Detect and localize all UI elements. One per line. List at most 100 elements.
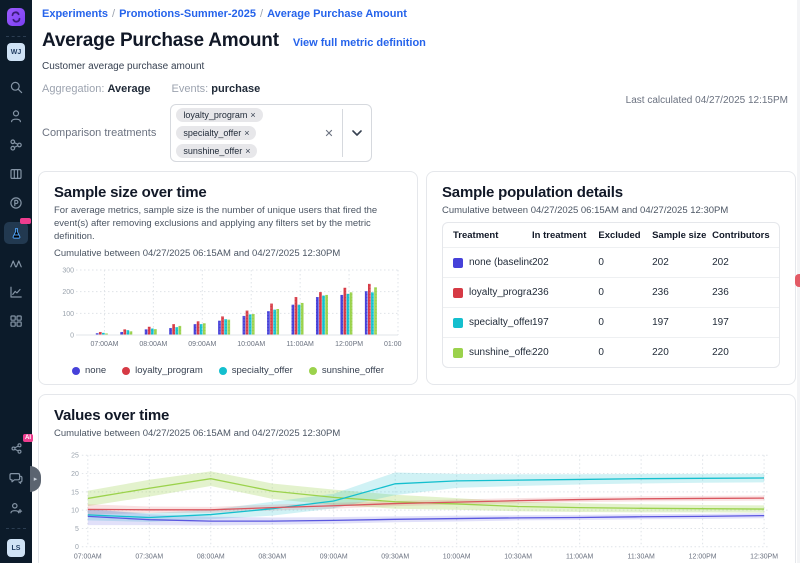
sidebar-item-experiments-active[interactable] — [4, 222, 28, 244]
col-in-treatment: In treatment — [532, 230, 598, 241]
legend-label: sunshine_offer — [322, 365, 384, 376]
svg-text:5: 5 — [75, 526, 79, 533]
statsig-logo-icon[interactable] — [7, 8, 25, 26]
holdouts-icon[interactable] — [6, 253, 26, 273]
cell-in-treatment: 197 — [532, 317, 598, 328]
breadcrumb-experiment-name[interactable]: Promotions-Summer-2025 — [119, 8, 256, 20]
user-avatar[interactable]: LS — [7, 539, 25, 557]
svg-text:12:30PM: 12:30PM — [750, 554, 778, 561]
handle-arrow-icon: ▸ — [34, 475, 38, 483]
card-title: Sample population details — [442, 184, 780, 201]
values-line-chart[interactable]: 051015202507:00AM07:30AM08:00AM08:30AM09… — [54, 445, 780, 563]
svg-text:200: 200 — [62, 290, 74, 297]
chip-label: sunshine_offer — [183, 146, 242, 156]
users-icon[interactable] — [6, 106, 26, 126]
events-label: Events: — [172, 83, 209, 95]
values-over-time-card: Values over time Cumulative between 04/2… — [38, 394, 796, 563]
metrics-chart-icon[interactable] — [6, 282, 26, 302]
cell-excluded: 0 — [598, 257, 652, 268]
legend-item-loyalty[interactable]: loyalty_program — [122, 365, 203, 376]
breadcrumb-experiments[interactable]: Experiments — [42, 8, 108, 20]
svg-text:12:00PM: 12:00PM — [689, 554, 717, 561]
svg-text:12:00PM: 12:00PM — [335, 341, 363, 348]
treatments-multiselect[interactable]: loyalty_program × specialty_offer × suns… — [170, 104, 371, 162]
col-contributors: Contributors — [712, 230, 769, 241]
svg-text:10:00AM: 10:00AM — [237, 341, 265, 348]
dashboards-icon[interactable] — [6, 311, 26, 331]
legend-item-sunshine[interactable]: sunshine_offer — [309, 365, 384, 376]
svg-text:300: 300 — [62, 268, 74, 275]
workspace-avatar[interactable]: WJ — [7, 43, 25, 61]
breadcrumb-metric[interactable]: Average Purchase Amount — [267, 8, 407, 20]
cell-excluded: 0 — [598, 287, 652, 298]
col-sample-size: Sample size — [652, 230, 712, 241]
chip-specialty-offer[interactable]: specialty_offer × — [176, 126, 256, 140]
card-title: Values over time — [54, 407, 780, 424]
svg-text:08:30AM: 08:30AM — [258, 554, 286, 561]
chevron-down-icon[interactable] — [343, 108, 371, 158]
clear-all-icon[interactable]: ✕ — [316, 108, 341, 158]
sample-population-card: Sample population details Cumulative bet… — [426, 171, 796, 385]
chip-remove-icon[interactable]: × — [250, 110, 255, 120]
breadcrumb-separator: / — [112, 8, 115, 20]
table-header-row: Treatment In treatment Excluded Sample s… — [443, 223, 779, 247]
comparison-treatments-label: Comparison treatments — [42, 127, 156, 139]
svg-text:01:00PM: 01:00PM — [384, 341, 402, 348]
legend-dot — [72, 367, 80, 375]
cell-sample-size: 202 — [652, 257, 712, 268]
cell-in-treatment: 236 — [532, 287, 598, 298]
ai-assistant-icon[interactable]: AI — [6, 438, 26, 458]
treatment-name: loyalty_program — [469, 287, 532, 298]
chip-loyalty-program[interactable]: loyalty_program × — [176, 108, 262, 122]
cumulative-range: Cumulative between 04/27/2025 06:15AM an… — [54, 248, 402, 259]
cell-contributors: 197 — [712, 317, 769, 328]
feature-gates-icon[interactable] — [6, 164, 26, 184]
cell-sample-size: 236 — [652, 287, 712, 298]
svg-text:15: 15 — [71, 490, 79, 497]
breadcrumb: Experiments / Promotions-Summer-2025 / Avera… — [42, 8, 788, 20]
svg-text:25: 25 — [71, 453, 79, 460]
svg-text:07:00AM: 07:00AM — [90, 341, 118, 348]
feedback-tab[interactable] — [795, 274, 800, 287]
chip-remove-icon[interactable]: × — [245, 146, 250, 156]
sample-size-bar-chart[interactable]: 010020030007:00AM08:00AM09:00AM10:00AM11… — [54, 265, 402, 362]
sidebar: WJ AI — [0, 0, 32, 563]
sample-size-card: Sample size over time For average metric… — [38, 171, 418, 385]
cell-in-treatment: 202 — [532, 257, 598, 268]
table-row: specialty_offer 197 0 197 197 — [443, 307, 779, 337]
view-metric-definition-link[interactable]: View full metric definition — [293, 37, 426, 49]
cumulative-range: Cumulative between 04/27/2025 06:15AM an… — [442, 205, 780, 216]
breadcrumb-separator: / — [260, 8, 263, 20]
svg-text:20: 20 — [71, 471, 79, 478]
segments-icon[interactable] — [6, 135, 26, 155]
card-description: For average metrics, sample size is the … — [54, 205, 402, 243]
chip-sunshine-offer[interactable]: sunshine_offer × — [176, 144, 257, 158]
col-treatment: Treatment — [453, 230, 532, 241]
sidebar-divider — [6, 528, 26, 529]
svg-text:08:00AM: 08:00AM — [197, 554, 225, 561]
chip-label: loyalty_program — [183, 110, 247, 120]
search-icon[interactable] — [6, 77, 26, 97]
svg-text:08:00AM: 08:00AM — [139, 341, 167, 348]
svg-text:10: 10 — [71, 508, 79, 515]
chip-remove-icon[interactable]: × — [244, 128, 249, 138]
col-excluded: Excluded — [598, 230, 652, 241]
help-chat-icon[interactable] — [6, 468, 26, 488]
main-content: Experiments / Promotions-Summer-2025 / Avera… — [32, 0, 800, 563]
svg-text:11:00AM: 11:00AM — [286, 341, 314, 348]
svg-text:09:00AM: 09:00AM — [320, 554, 348, 561]
chip-label: specialty_offer — [183, 128, 241, 138]
legend-item-specialty[interactable]: specialty_offer — [219, 365, 293, 376]
pulse-icon[interactable] — [6, 193, 26, 213]
cell-contributors: 202 — [712, 257, 769, 268]
cell-contributors: 220 — [712, 347, 769, 358]
series-swatch — [453, 318, 463, 328]
cell-excluded: 0 — [598, 317, 652, 328]
legend-item-none[interactable]: none — [72, 365, 106, 376]
series-swatch — [453, 288, 463, 298]
legend-dot — [122, 367, 130, 375]
svg-text:10:00AM: 10:00AM — [443, 554, 471, 561]
aggregation-value: Average — [107, 83, 150, 95]
svg-text:10:30AM: 10:30AM — [504, 554, 532, 561]
invite-user-icon[interactable] — [6, 498, 26, 518]
